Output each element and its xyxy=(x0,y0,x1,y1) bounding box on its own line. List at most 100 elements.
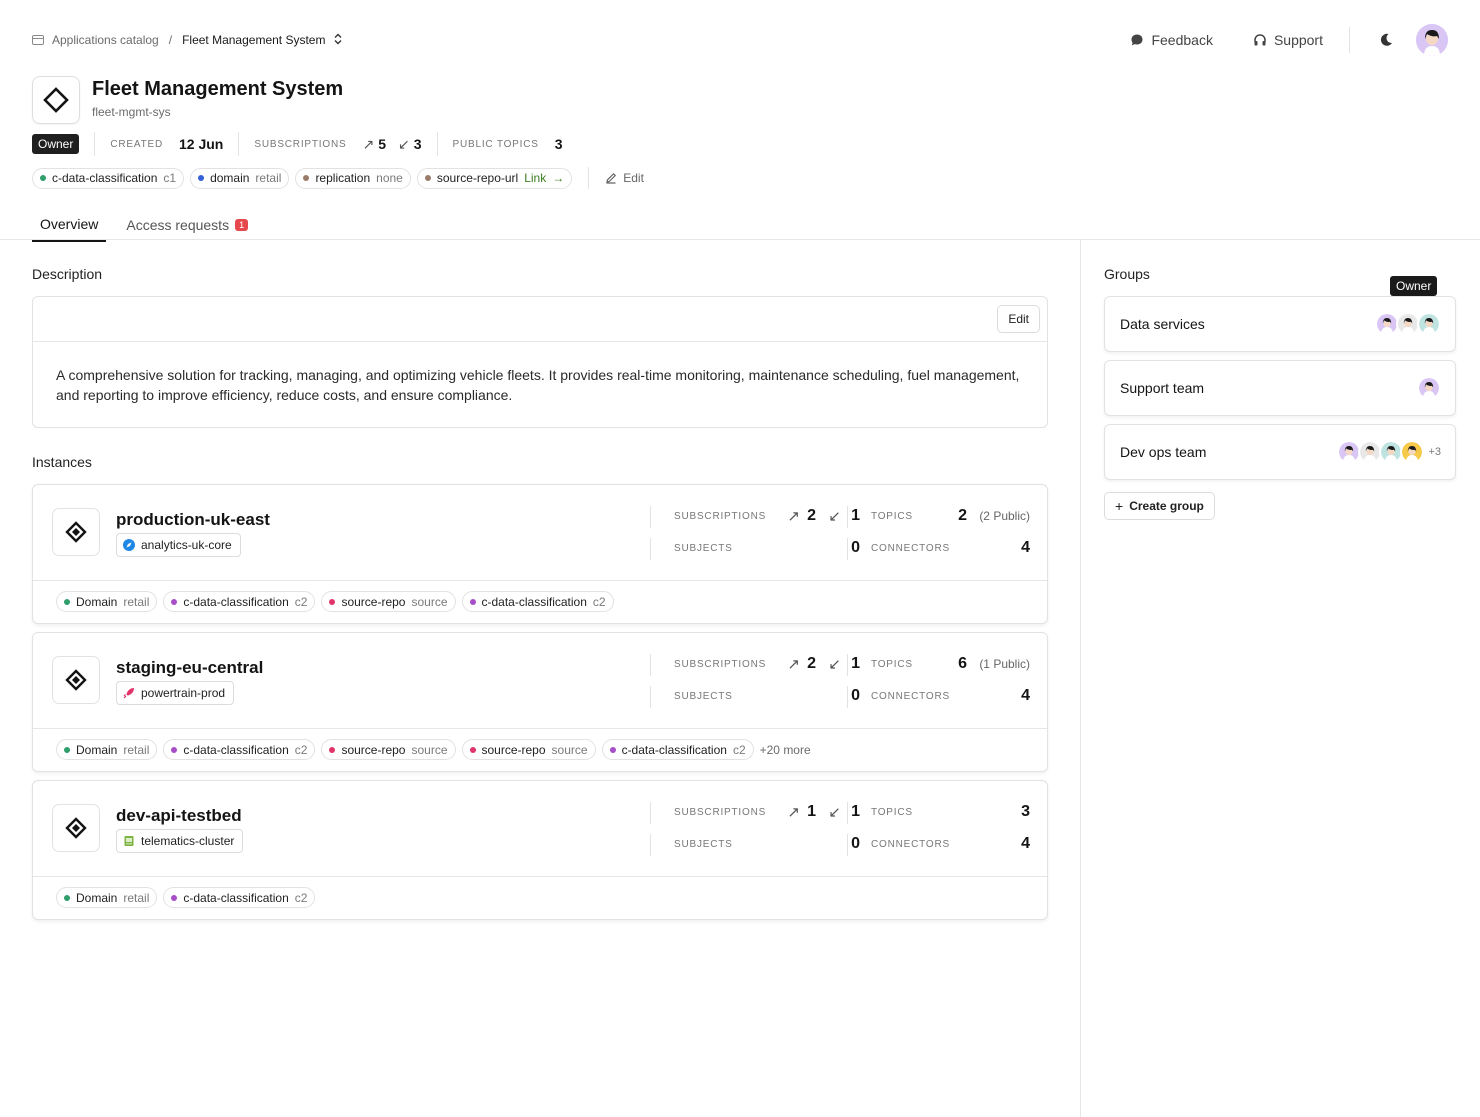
breadcrumb-current[interactable]: Fleet Management System xyxy=(182,33,325,47)
tag-dot xyxy=(171,598,178,605)
subscriptions-label: SUBSCRIPTIONS xyxy=(674,807,767,818)
avatar[interactable] xyxy=(1417,312,1441,336)
tag-key: c-data-classification xyxy=(183,890,289,905)
tag[interactable]: c-data-classification c2 xyxy=(163,739,316,760)
edit-description-button[interactable]: Edit xyxy=(997,305,1040,333)
create-group-button[interactable]: + Create group xyxy=(1104,492,1215,520)
arrow-up-right-icon: ↗ xyxy=(787,804,800,821)
tag-link[interactable]: Link xyxy=(524,171,546,185)
tag-dot xyxy=(329,598,336,605)
avatar[interactable] xyxy=(1417,376,1441,400)
tag-value: c2 xyxy=(294,594,308,609)
instance-card[interactable]: staging-eu-central powertrain-prod SUBSCRI… xyxy=(32,632,1048,772)
divider xyxy=(650,654,651,676)
support-button[interactable]: Support xyxy=(1233,32,1343,48)
public-topics-value: 3 xyxy=(554,136,563,152)
divider xyxy=(33,728,1047,729)
theme-toggle-button[interactable] xyxy=(1370,24,1402,56)
instance-tags: Domain retail c-data-classification c2 sourc… xyxy=(56,739,811,760)
tag-dot xyxy=(469,746,476,753)
tag[interactable]: Domain retail xyxy=(56,591,158,612)
tag[interactable]: c-data-classification c2 xyxy=(461,591,614,612)
edit-tags-button[interactable]: Edit xyxy=(605,171,644,185)
subscriptions-in: 1 xyxy=(851,507,860,524)
tag-value: c2 xyxy=(294,742,308,757)
topics-value: 2 xyxy=(958,507,967,524)
tag[interactable]: Domain retail xyxy=(56,887,158,908)
tag[interactable]: source-repo source xyxy=(321,739,456,760)
group-card[interactable]: Support team xyxy=(1104,360,1456,416)
tag[interactable]: source-repo-url Link → xyxy=(416,167,573,189)
instance-name[interactable]: production-uk-east xyxy=(116,510,270,530)
description-heading: Description xyxy=(32,266,103,282)
chevron-up-down-icon[interactable] xyxy=(333,33,343,48)
tab-overview[interactable]: Overview xyxy=(32,210,107,242)
instance-name[interactable]: staging-eu-central xyxy=(116,658,263,678)
tag[interactable]: domain retail xyxy=(190,167,290,189)
divider xyxy=(1349,27,1350,53)
breadcrumb-root[interactable]: Applications catalog xyxy=(52,33,159,47)
tag[interactable]: source-repo source xyxy=(461,739,596,760)
subscriptions-in: 3 xyxy=(413,136,422,152)
breadcrumb: Applications catalog / Fleet Management … xyxy=(32,33,343,48)
tab-label: Overview xyxy=(40,216,99,232)
tag-dot xyxy=(64,746,70,753)
instances-heading: Instances xyxy=(32,454,92,470)
cluster-chip[interactable]: powertrain-prod xyxy=(116,681,235,705)
tag[interactable]: c-data-classification c2 xyxy=(601,739,754,760)
compass-icon xyxy=(123,539,135,551)
instance-stats: SUBSCRIPTIONS ↗ 1 ↙ 1 SUBJECTS 0 TOPICS 3 CONNECT… xyxy=(650,800,1030,862)
divider xyxy=(847,834,848,856)
instance-name[interactable]: dev-api-testbed xyxy=(116,806,242,826)
tag[interactable]: source-repo source xyxy=(321,591,456,612)
divider xyxy=(650,506,651,528)
catalog-icon xyxy=(32,35,44,45)
instance-card[interactable]: dev-api-testbed telematics-cluster SUBSCRI… xyxy=(32,780,1048,920)
owner-tooltip: Owner xyxy=(1390,276,1438,296)
tag[interactable]: c-data-classification c1 xyxy=(32,167,185,189)
avatar[interactable] xyxy=(1400,440,1425,464)
tag-key: source-repo xyxy=(341,594,406,609)
tag[interactable]: Domain retail xyxy=(56,739,158,760)
tag-value: c2 xyxy=(592,594,606,609)
tab-access-requests[interactable]: Access requests 1 xyxy=(118,210,256,242)
description-text: A comprehensive solution for tracking, m… xyxy=(56,367,1020,403)
instance-stats: SUBSCRIPTIONS ↗ 2 ↙ 1 SUBJECTS 0 TOPICS 6 (1 Publ… xyxy=(650,652,1030,714)
tag-key: replication xyxy=(315,171,371,185)
divider xyxy=(33,876,1047,877)
group-card[interactable]: Data services xyxy=(1104,296,1456,352)
cluster-chip[interactable]: analytics-uk-core xyxy=(116,533,241,557)
cluster-chip[interactable]: telematics-cluster xyxy=(116,829,244,853)
tag-dot xyxy=(64,598,70,605)
tag[interactable]: replication none xyxy=(295,167,411,189)
instance-tags: Domain retail c-data-classification c2 sourc… xyxy=(56,591,614,612)
tag-value: retail xyxy=(123,594,150,609)
tag[interactable]: c-data-classification c2 xyxy=(163,887,316,908)
tag[interactable]: c-data-classification c2 xyxy=(163,591,316,612)
tag-dot xyxy=(329,746,336,753)
feedback-label: Feedback xyxy=(1151,32,1213,48)
tag-key: c-data-classification xyxy=(481,594,587,609)
subscriptions-label: SUBSCRIPTIONS xyxy=(674,511,767,522)
created-label: CREATED xyxy=(110,138,163,150)
tag-dot xyxy=(171,894,178,901)
group-avatars xyxy=(1417,376,1441,400)
description-card-header: Edit xyxy=(33,297,1047,342)
feedback-button[interactable]: Feedback xyxy=(1110,32,1232,48)
user-avatar[interactable] xyxy=(1416,24,1448,56)
tag-value: c2 xyxy=(294,890,308,905)
subjects-label: SUBJECTS xyxy=(674,691,733,702)
subscriptions-out: 2 xyxy=(807,507,816,524)
more-tags-link[interactable]: +20 more xyxy=(760,743,811,757)
topics-public: (2 Public) xyxy=(979,509,1030,523)
edit-label: Edit xyxy=(623,171,644,185)
arrow-up-right-icon: ↗ xyxy=(787,508,800,525)
subscriptions-label: SUBSCRIPTIONS xyxy=(254,138,347,150)
connectors-label: CONNECTORS xyxy=(871,691,950,702)
group-name: Support team xyxy=(1120,380,1205,396)
headphones-icon xyxy=(1254,34,1266,46)
group-card[interactable]: Dev ops team +3 xyxy=(1104,424,1456,480)
app-slug: fleet-mgmt-sys xyxy=(92,105,171,119)
connectors-value: 4 xyxy=(1021,687,1030,704)
instance-card[interactable]: production-uk-east analytics-uk-core SUBSC… xyxy=(32,484,1048,624)
